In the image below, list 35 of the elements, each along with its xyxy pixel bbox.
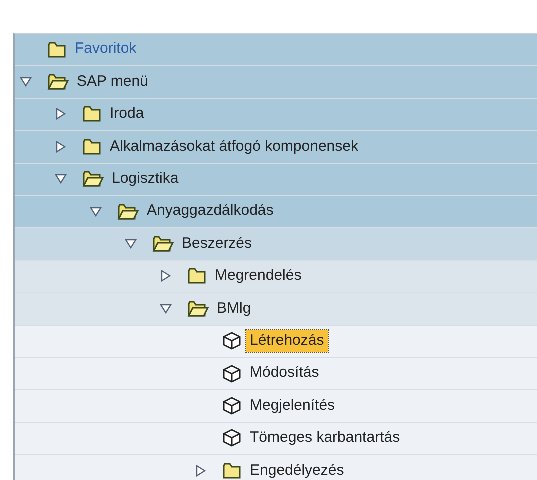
open-folder-icon	[82, 170, 104, 188]
cube-icon	[222, 396, 242, 416]
cube-icon	[222, 331, 242, 352]
folder-icon	[82, 105, 102, 124]
collapse-triangle-icon[interactable]	[90, 206, 102, 218]
folder-icon	[222, 462, 242, 480]
open-folder-icon	[117, 202, 139, 221]
collapse-triangle-icon[interactable]	[160, 302, 172, 315]
folder-icon	[187, 267, 207, 286]
collapse-triangle-icon[interactable]	[20, 76, 32, 88]
folder-icon	[82, 138, 102, 156]
tree-item[interactable]: BMlg	[213, 298, 256, 320]
tree-item[interactable]: Engedélyezés	[246, 460, 348, 480]
collapse-triangle-icon[interactable]	[125, 238, 137, 250]
tree-item[interactable]: Létrehozás	[246, 330, 328, 352]
tree-item[interactable]: Megjelenítés	[246, 394, 340, 418]
tree-item[interactable]: Megrendelés	[211, 265, 306, 288]
tree-item[interactable]: Anyaggazdálkodás	[143, 200, 278, 223]
tree-item[interactable]: Logisztika	[108, 168, 183, 190]
collapse-triangle-icon[interactable]	[55, 173, 67, 186]
expand-triangle-icon[interactable]	[195, 464, 207, 477]
tree-item[interactable]: Módosítás	[246, 362, 324, 385]
tree-item[interactable]: Beszerzés	[178, 232, 256, 256]
cube-icon	[222, 428, 242, 448]
folder-icon	[47, 40, 67, 59]
open-folder-icon	[152, 235, 174, 254]
expand-triangle-icon[interactable]	[160, 270, 172, 282]
cube-icon	[222, 364, 242, 384]
open-folder-icon	[47, 73, 69, 92]
expand-triangle-icon[interactable]	[55, 108, 67, 120]
open-folder-icon	[187, 300, 209, 318]
expand-triangle-icon[interactable]	[55, 140, 67, 153]
tree-item[interactable]: Iroda	[106, 103, 148, 126]
tree-item[interactable]: SAP menü	[73, 70, 152, 94]
tree-item[interactable]: Favoritok	[71, 38, 141, 61]
